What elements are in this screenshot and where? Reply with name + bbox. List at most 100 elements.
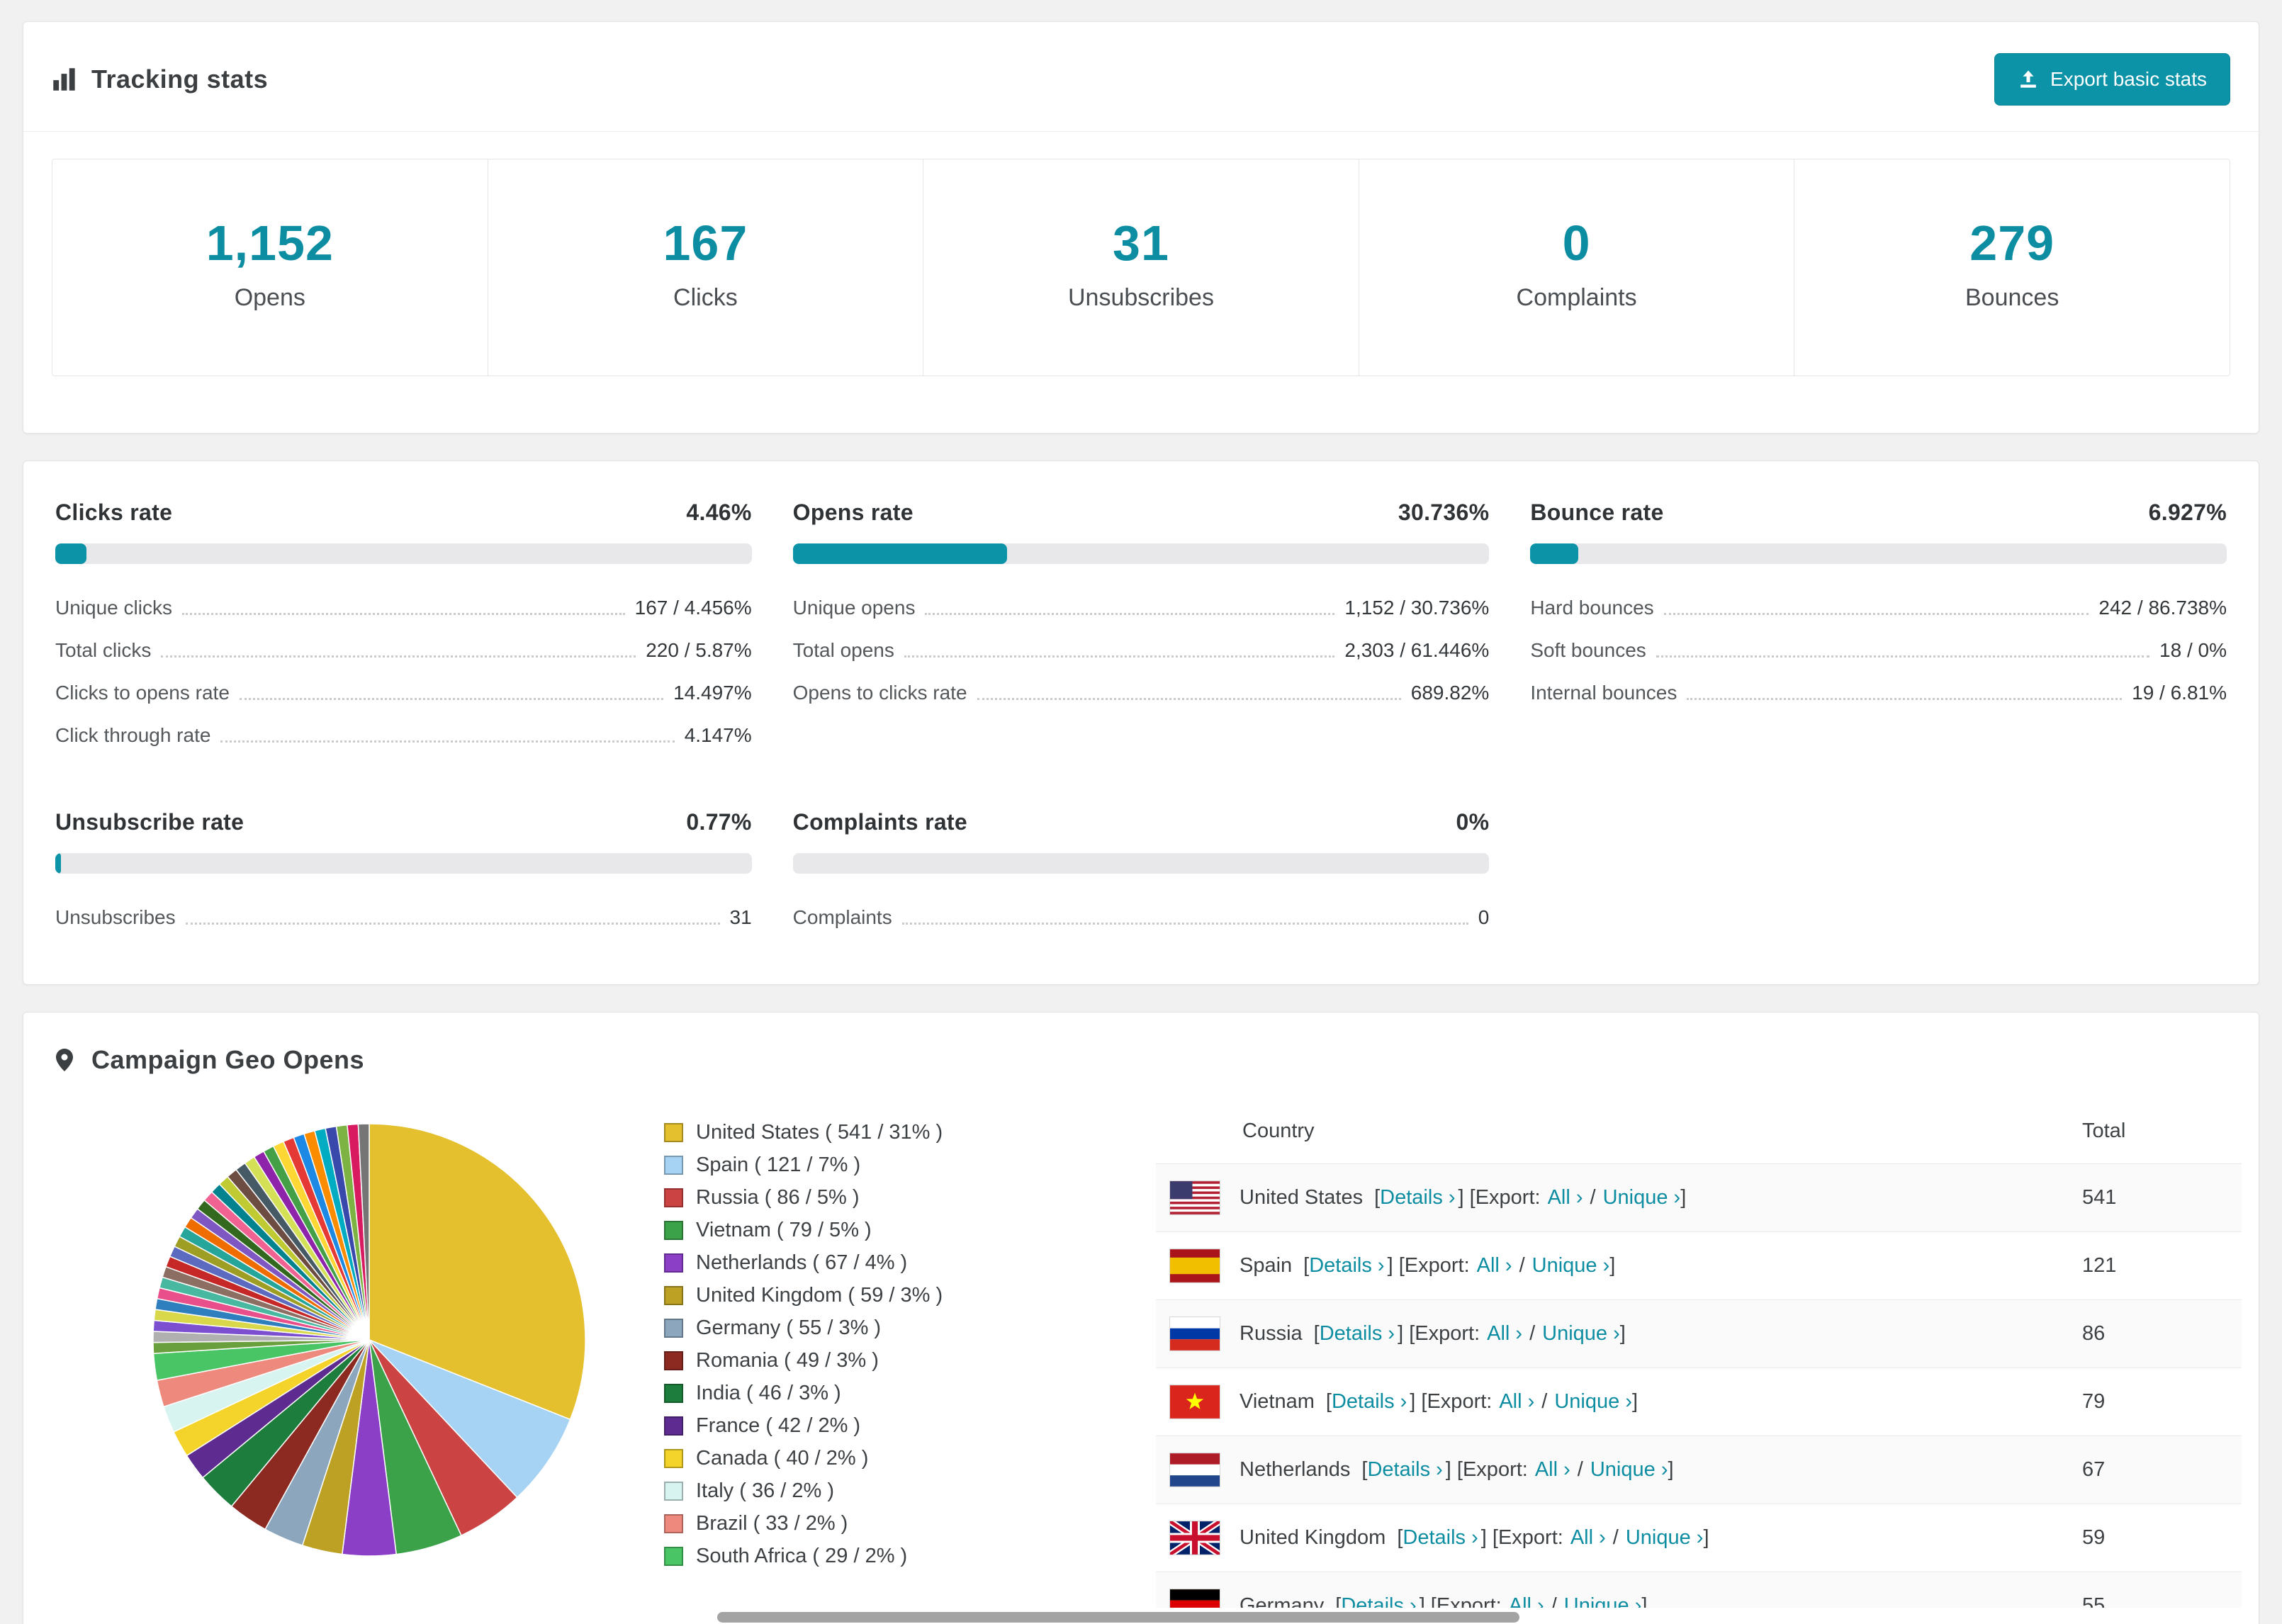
bracket-close: ] (1619, 1322, 1626, 1345)
rate-value: 30.736% (1398, 500, 1490, 525)
export-unique-link[interactable]: Unique › (1542, 1322, 1620, 1346)
progress-bar (55, 853, 752, 874)
bracket-close-open: ] [ (1445, 1458, 1463, 1481)
country-total: 59 (2082, 1526, 2106, 1549)
legend-item: Germany ( 55 / 3% ) (664, 1312, 943, 1344)
rate-title: Opens rate (792, 500, 914, 525)
export-all-link[interactable]: All › (1548, 1186, 1583, 1209)
country-name: Vietnam (1240, 1390, 1315, 1413)
export-unique-link[interactable]: Unique › (1554, 1390, 1632, 1414)
metric-value: 14.497% (673, 682, 752, 704)
progress-bar-fill (55, 543, 86, 564)
legend-swatch (664, 1155, 683, 1175)
export-all-link[interactable]: All › (1570, 1526, 1606, 1550)
geo-country-table: Country Total United States [Details ›] … (1156, 1099, 2242, 1608)
table-row: United Kingdom [Details ›] [Export: All ›… (1156, 1504, 2242, 1572)
progress-bar (792, 543, 1490, 564)
country-name: Netherlands (1240, 1458, 1351, 1481)
bracket-close-open: ] [ (1387, 1254, 1405, 1277)
details-link[interactable]: Details › (1309, 1254, 1384, 1278)
export-unique-link[interactable]: Unique › (1564, 1594, 1642, 1608)
export-all-link[interactable]: All › (1535, 1458, 1570, 1482)
legend-label: United Kingdom ( 59 / 3% ) (696, 1283, 943, 1307)
legend-label: France ( 42 / 2% ) (696, 1414, 861, 1437)
country-total: 67 (2082, 1458, 2106, 1481)
bracket-close: ] (1680, 1186, 1687, 1209)
metric-value: 18 / 0% (2159, 639, 2227, 661)
metric-value: 242 / 86.738% (2098, 597, 2227, 619)
dotted-leader (1663, 612, 2089, 615)
metric-label: Unique clicks (55, 597, 172, 619)
table-row: Russia [Details ›] [Export: All › / Unique … (1156, 1300, 2242, 1368)
stats-summary-row: 1,152 Opens 167 Clicks 31 Unsubscribes 0… (52, 159, 2230, 376)
geo-pie-chart (142, 1113, 596, 1567)
stat-cell: 1,152 Opens (52, 159, 488, 376)
slash-separator: / (1541, 1390, 1548, 1413)
dotted-leader (185, 922, 720, 925)
export-label: Export: (1436, 1594, 1502, 1608)
stat-value: 167 (663, 215, 748, 271)
bar-chart-icon (53, 68, 75, 91)
flag-de-icon (1170, 1589, 1220, 1608)
export-label: Export: (1497, 1526, 1563, 1549)
export-unique-link[interactable]: Unique › (1603, 1186, 1681, 1209)
export-unique-link[interactable]: Unique › (1590, 1458, 1668, 1482)
progress-bar-fill (792, 543, 1007, 564)
details-link[interactable]: Details › (1380, 1186, 1455, 1209)
country-name: United States (1240, 1186, 1364, 1209)
stat-value: 0 (1562, 215, 1591, 271)
legend-item: United States ( 541 / 31% ) (664, 1116, 943, 1149)
table-header-row: Country Total (1156, 1099, 2242, 1164)
geo-panel-title: Campaign Geo Opens (52, 1045, 2242, 1075)
flag-us-icon (1170, 1181, 1220, 1214)
flag-vn-icon (1170, 1385, 1220, 1419)
export-all-link[interactable]: All › (1499, 1390, 1534, 1414)
tracking-stats-title: Tracking stats (52, 64, 268, 94)
legend-swatch (664, 1188, 683, 1207)
metric-value: 167 / 4.456% (634, 597, 752, 619)
legend-item: United Kingdom ( 59 / 3% ) (664, 1279, 943, 1312)
details-link[interactable]: Details › (1403, 1526, 1478, 1550)
metric-value: 19 / 6.81% (2132, 682, 2227, 704)
export-unique-link[interactable]: Unique › (1626, 1526, 1704, 1550)
export-all-link[interactable]: All › (1487, 1322, 1522, 1346)
legend-label: Italy ( 36 / 2% ) (696, 1479, 835, 1502)
bracket-open: [ (1313, 1322, 1320, 1345)
bracket-close: ] (1703, 1526, 1709, 1549)
dotted-leader (1656, 655, 2150, 658)
export-basic-stats-button[interactable]: Export basic stats (1994, 53, 2230, 106)
legend-label: South Africa ( 29 / 2% ) (696, 1544, 908, 1567)
country-name: Germany (1240, 1594, 1325, 1608)
export-label: Export: (1404, 1254, 1470, 1277)
export-button-label: Export basic stats (2050, 68, 2207, 90)
rate-title: Clicks rate (55, 500, 173, 525)
table-body: United States [Details ›] [Export: All › /… (1156, 1164, 2242, 1608)
legend-label: Vietnam ( 79 / 5% ) (696, 1218, 872, 1241)
stat-value: 31 (1113, 215, 1169, 271)
flag-nl-icon (1170, 1453, 1220, 1487)
stat-cell: 167 Clicks (487, 159, 923, 376)
bracket-close-open: ] [ (1458, 1186, 1476, 1209)
metric-label: Opens to clicks rate (792, 682, 967, 704)
details-link[interactable]: Details › (1332, 1390, 1407, 1414)
legend-swatch (664, 1220, 683, 1240)
details-link[interactable]: Details › (1341, 1594, 1416, 1608)
bracket-close-open: ] [ (1419, 1594, 1437, 1608)
horizontal-scrollbar[interactable] (717, 1612, 1519, 1623)
progress-bar-fill (1530, 543, 1579, 564)
table-row: Netherlands [Details ›] [Export: All › / Un… (1156, 1436, 2242, 1504)
export-all-link[interactable]: All › (1509, 1594, 1544, 1608)
campaign-geo-opens-panel: Campaign Geo Opens United States ( 541 /… (23, 1012, 2259, 1624)
export-all-link[interactable]: All › (1477, 1254, 1512, 1278)
rate-title: Complaints rate (792, 809, 967, 835)
export-unique-link[interactable]: Unique › (1532, 1254, 1610, 1278)
metric-row: Unique opens 1,152 / 30.736% (793, 587, 1490, 629)
table-row: Vietnam [Details ›] [Export: All › / Unique… (1156, 1368, 2242, 1436)
details-link[interactable]: Details › (1320, 1322, 1395, 1346)
metric-value: 1,152 / 30.736% (1344, 597, 1490, 619)
legend-item: Spain ( 121 / 7% ) (664, 1149, 943, 1181)
rate-card: Clicks rate 4.46% Unique clicks 167 / 4.… (55, 498, 752, 757)
details-link[interactable]: Details › (1367, 1458, 1442, 1482)
slash-separator: / (1577, 1458, 1583, 1481)
metric-value: 220 / 5.87% (646, 639, 752, 661)
